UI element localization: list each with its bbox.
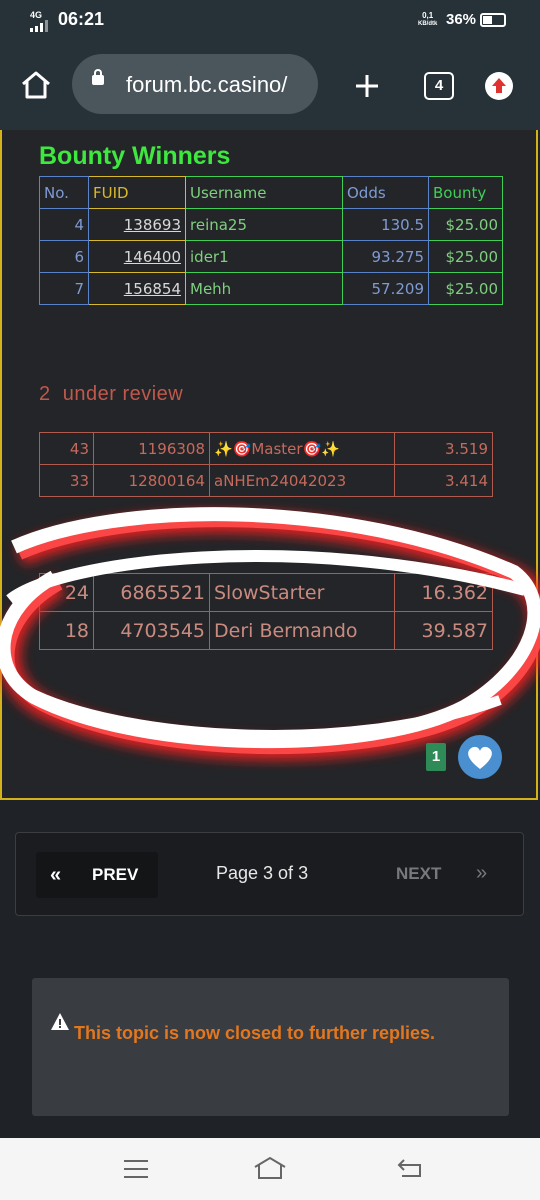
table-row: 18 4703545 Deri Bermando 39.587	[39, 611, 493, 650]
fuid-link[interactable]: 138693	[88, 208, 186, 241]
prev-label: PREV	[92, 865, 139, 884]
cell-no: 43	[39, 432, 94, 465]
cell-bounty: $25.00	[428, 240, 503, 273]
system-nav-bar	[0, 1138, 540, 1200]
cell-no: 4	[39, 208, 89, 241]
home-icon[interactable]	[20, 70, 52, 100]
like-count-badge: 1	[426, 743, 446, 771]
cell-fuid: 12800164	[93, 464, 210, 497]
header-no: No.	[39, 176, 89, 209]
menu-icon[interactable]	[122, 1158, 150, 1180]
closed-message: This topic is now closed to further repl…	[50, 1008, 490, 1059]
header-odds: Odds	[342, 176, 429, 209]
cell-no: 18	[39, 611, 94, 650]
cell-username: reina25	[185, 208, 343, 241]
topic-closed-notice: This topic is now closed to further repl…	[32, 978, 509, 1116]
url-text: forum.bc.casino/	[126, 72, 288, 97]
like-button[interactable]	[458, 735, 502, 779]
signal-icon	[30, 20, 48, 32]
tab-switcher-button[interactable]: 4	[424, 72, 454, 100]
cell-bounty: $25.00	[428, 272, 503, 305]
cell-odds: 3.519	[394, 432, 493, 465]
address-bar[interactable]: forum.bc.casino/	[72, 54, 318, 114]
browser-toolbar: forum.bc.casino/ 4	[0, 42, 540, 130]
table-row: 33 12800164 aNHEm24042023 3.414	[39, 464, 493, 497]
table-row: 6 146400 ider1 93.275 $25.00	[39, 240, 503, 273]
prev-button[interactable]: « PREV	[36, 852, 158, 898]
next-chevron-icon[interactable]: »	[476, 862, 487, 885]
cell-username: aNHEm24042023	[209, 464, 395, 497]
cell-odds: 39.587	[394, 611, 493, 650]
cell-odds: 130.5	[342, 208, 429, 241]
cell-no: 24	[39, 573, 94, 612]
closed-message-text: This topic is now closed to further repl…	[74, 1023, 436, 1043]
cell-odds: 16.362	[394, 573, 493, 612]
next-button[interactable]: NEXT	[396, 864, 441, 884]
cell-no: 33	[39, 464, 94, 497]
cell-odds: 57.209	[342, 272, 429, 305]
under-review-heading: 2 under review	[39, 383, 184, 405]
under-review-table: 43 1196308 ✨🎯Master🎯✨ 3.519 33 12800164 …	[39, 432, 493, 497]
lock-icon	[92, 69, 104, 85]
new-tab-icon[interactable]	[354, 73, 380, 99]
cell-username: ✨🎯Master🎯✨	[209, 432, 395, 465]
battery-percent: 36%	[446, 11, 477, 28]
cell-username: ider1	[185, 240, 343, 273]
bounty-winners-title: Bounty Winners	[39, 142, 231, 170]
table-header-row: No. FUID Username Odds Bounty	[39, 176, 503, 209]
cell-fuid: 6865521	[93, 573, 210, 612]
cell-bounty: $25.00	[428, 208, 503, 241]
cell-no: 6	[39, 240, 89, 273]
header-bounty: Bounty	[428, 176, 503, 209]
clock: 06:21	[58, 9, 105, 29]
table-row: 7 156854 Mehh 57.209 $25.00	[39, 272, 503, 305]
table-row: 24 6865521 SlowStarter 16.362	[39, 573, 493, 612]
table-row: 4 138693 reina25 130.5 $25.00	[39, 208, 503, 241]
cell-no: 7	[39, 272, 89, 305]
network-speed: 0,1 KB/dtk	[418, 12, 437, 28]
home-nav-icon[interactable]	[252, 1155, 288, 1181]
cell-odds: 93.275	[342, 240, 429, 273]
prev-chevron-icon: «	[50, 864, 62, 886]
upload-icon[interactable]	[485, 72, 513, 100]
cell-odds: 3.414	[394, 464, 493, 497]
back-icon[interactable]	[396, 1156, 426, 1180]
bounty-winners-table: No. FUID Username Odds Bounty 4 138693 r…	[39, 176, 503, 305]
page-indicator: Page 3 of 3	[216, 863, 309, 883]
header-username: Username	[185, 176, 343, 209]
cell-fuid: 1196308	[93, 432, 210, 465]
status-bar: 4G 06:21 0,1 KB/dtk 36%	[0, 0, 540, 42]
cell-username: SlowStarter	[209, 573, 395, 612]
speed-value: 0,1	[422, 11, 434, 20]
table-row: 43 1196308 ✨🎯Master🎯✨ 3.519	[39, 432, 493, 465]
cell-username: Mehh	[185, 272, 343, 305]
network-indicator: 4G	[30, 10, 43, 20]
fuid-link[interactable]: 156854	[88, 272, 186, 305]
cell-username: Deri Bermando	[209, 611, 395, 650]
highlighted-table: 24 6865521 SlowStarter 16.362 18 4703545…	[39, 573, 493, 650]
speed-unit: KB/dtk	[418, 21, 438, 27]
battery-icon	[480, 13, 506, 27]
pagination: « PREV Page 3 of 3 NEXT »	[15, 832, 524, 916]
header-fuid: FUID	[88, 176, 186, 209]
cell-fuid: 4703545	[93, 611, 210, 650]
fuid-link[interactable]: 146400	[88, 240, 186, 273]
heart-icon	[468, 746, 492, 769]
